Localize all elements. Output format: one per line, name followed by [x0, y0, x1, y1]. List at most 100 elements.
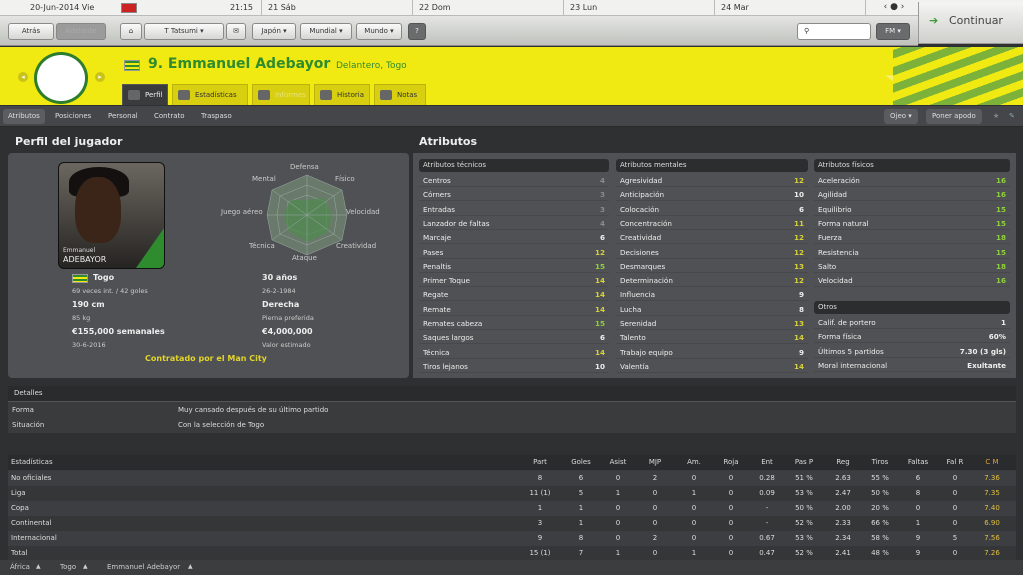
subtab-personal[interactable]: Personal: [103, 109, 143, 124]
stats-column-header[interactable]: Estadísticas: [11, 458, 53, 466]
stats-column-header[interactable]: Pas P: [784, 458, 824, 466]
japan-menu[interactable]: Japón: [252, 23, 296, 40]
attribute-row: Concentración 11: [616, 216, 808, 230]
inbox-icon[interactable]: ✉: [226, 23, 246, 40]
calendar-nav[interactable]: ‹ ● ›: [866, 0, 922, 15]
world-cup-menu[interactable]: Mundial: [300, 23, 352, 40]
prev-player-icon[interactable]: ◂: [18, 72, 28, 82]
table-cell: 9: [537, 534, 543, 542]
attribute-name: Concentración: [620, 218, 672, 228]
world-menu[interactable]: Mundo: [356, 23, 402, 40]
stats-column-header[interactable]: Ent: [747, 458, 787, 466]
attribute-row: Córners 3: [419, 187, 609, 202]
attribute-name: Tiros lejanos: [423, 361, 468, 371]
help-button[interactable]: ?: [408, 23, 426, 40]
attribute-name: Moral internacional: [818, 360, 888, 370]
continue-button[interactable]: ➔ Continuar: [918, 2, 1023, 44]
attribute-name: Determinación: [620, 276, 673, 286]
profile-icon: [128, 90, 140, 100]
attribute-value: 3: [599, 190, 605, 200]
tab-history[interactable]: Historia: [314, 84, 370, 105]
subtab-positions[interactable]: Posiciones: [50, 109, 96, 124]
tab-profile[interactable]: Perfil: [122, 84, 168, 105]
stats-column-header[interactable]: MJP: [635, 458, 675, 466]
calendar-day-4[interactable]: 24 Mar: [715, 0, 866, 15]
table-cell: 53 %: [795, 534, 813, 542]
table-cell: Liga: [11, 489, 26, 497]
contract-note: Contratado por el Man City: [145, 354, 267, 363]
attribute-value: 6: [599, 233, 605, 243]
next-player-icon[interactable]: ▸: [95, 72, 105, 82]
table-cell: 2.34: [835, 534, 851, 542]
history-icon: [320, 90, 332, 100]
portugal-flag-icon: [121, 3, 137, 13]
edit-icon[interactable]: ✎: [1004, 109, 1020, 124]
breadcrumb-player[interactable]: Emmanuel Adebayor: [107, 563, 180, 571]
nation-flag-icon: [72, 274, 88, 283]
tab-stats[interactable]: Estadísticas: [172, 84, 248, 105]
attribute-value: 15: [594, 319, 605, 328]
tab-reports[interactable]: Informes: [252, 84, 310, 105]
home-icon[interactable]: ⌂: [120, 23, 142, 40]
attribute-name: Primer Toque: [423, 276, 470, 286]
attribute-value: 13: [793, 261, 804, 271]
radar-physical: Físico: [335, 175, 355, 183]
table-cell: 58 %: [871, 534, 889, 542]
calendar-day-3[interactable]: 23 Lun: [564, 0, 715, 15]
attribute-value: 12: [793, 247, 804, 257]
back-button[interactable]: Atrás: [8, 23, 54, 40]
attribute-row: Remate 14: [419, 302, 609, 316]
stats-column-header[interactable]: Asist: [598, 458, 638, 466]
table-cell: 7.35: [984, 489, 1000, 497]
table-cell: 9: [915, 534, 921, 542]
attribute-row: Pases 12: [419, 245, 609, 259]
player-name: 9. Emmanuel Adebayor: [148, 56, 331, 72]
table-cell: 50 %: [871, 489, 889, 497]
detail-label: Forma: [12, 406, 34, 414]
stats-column-header[interactable]: C M: [972, 458, 1012, 466]
manager-menu[interactable]: T Tatsumi: [144, 23, 224, 40]
attribute-name: Saques largos: [423, 333, 474, 343]
table-cell: 0: [652, 549, 658, 557]
attribute-value: 18: [995, 261, 1006, 271]
attribute-value: 9: [798, 347, 804, 357]
stats-column-header[interactable]: Tiros: [860, 458, 900, 466]
technical-header: Atributos técnicos: [419, 159, 609, 172]
table-cell: 5: [952, 534, 958, 542]
nickname-button[interactable]: Poner apodo: [926, 109, 982, 124]
stats-column-header[interactable]: Fal R: [935, 458, 975, 466]
stats-column-header[interactable]: Am.: [674, 458, 714, 466]
stats-column-header[interactable]: Goles: [561, 458, 601, 466]
table-cell: 3: [537, 519, 543, 527]
stats-column-header[interactable]: Reg: [823, 458, 863, 466]
fm-menu[interactable]: FM: [876, 23, 910, 40]
table-cell: 1: [615, 489, 621, 497]
table-cell: 7.26: [984, 549, 1000, 557]
tab-label: Informes: [275, 91, 306, 99]
stats-column-header[interactable]: Faltas: [898, 458, 938, 466]
chevron-up-icon: ▲: [188, 563, 193, 570]
breadcrumb-nation[interactable]: Togo: [60, 563, 76, 571]
search-input[interactable]: ⚲: [797, 23, 871, 40]
stats-column-header[interactable]: Roja: [711, 458, 751, 466]
notes-icon: [380, 90, 392, 100]
forward-button[interactable]: Adelante: [56, 23, 106, 40]
attribute-name: Lucha: [620, 304, 642, 314]
breadcrumb-region[interactable]: África: [10, 563, 30, 571]
subtab-attributes[interactable]: Atributos: [3, 109, 45, 124]
table-cell: 6: [915, 474, 921, 482]
star-icon[interactable]: ★: [988, 109, 1004, 124]
photo-face: [75, 177, 121, 243]
subtab-transfer[interactable]: Traspaso: [196, 109, 237, 124]
current-date: 20-Jun-2014 Vie: [30, 3, 95, 12]
togo-flag-icon: [124, 60, 140, 71]
calendar-day-2[interactable]: 22 Dom: [413, 0, 564, 15]
stats-column-header[interactable]: Part: [520, 458, 560, 466]
table-cell: 0: [728, 504, 734, 512]
radar-defense: Defensa: [290, 163, 319, 171]
tab-notes[interactable]: Notas: [374, 84, 426, 105]
attribute-name: Colocación: [620, 204, 660, 214]
scout-button[interactable]: Ojeo: [884, 109, 918, 124]
subtab-contract[interactable]: Contrato: [149, 109, 190, 124]
calendar-day-1[interactable]: 21 Sáb: [262, 0, 413, 15]
